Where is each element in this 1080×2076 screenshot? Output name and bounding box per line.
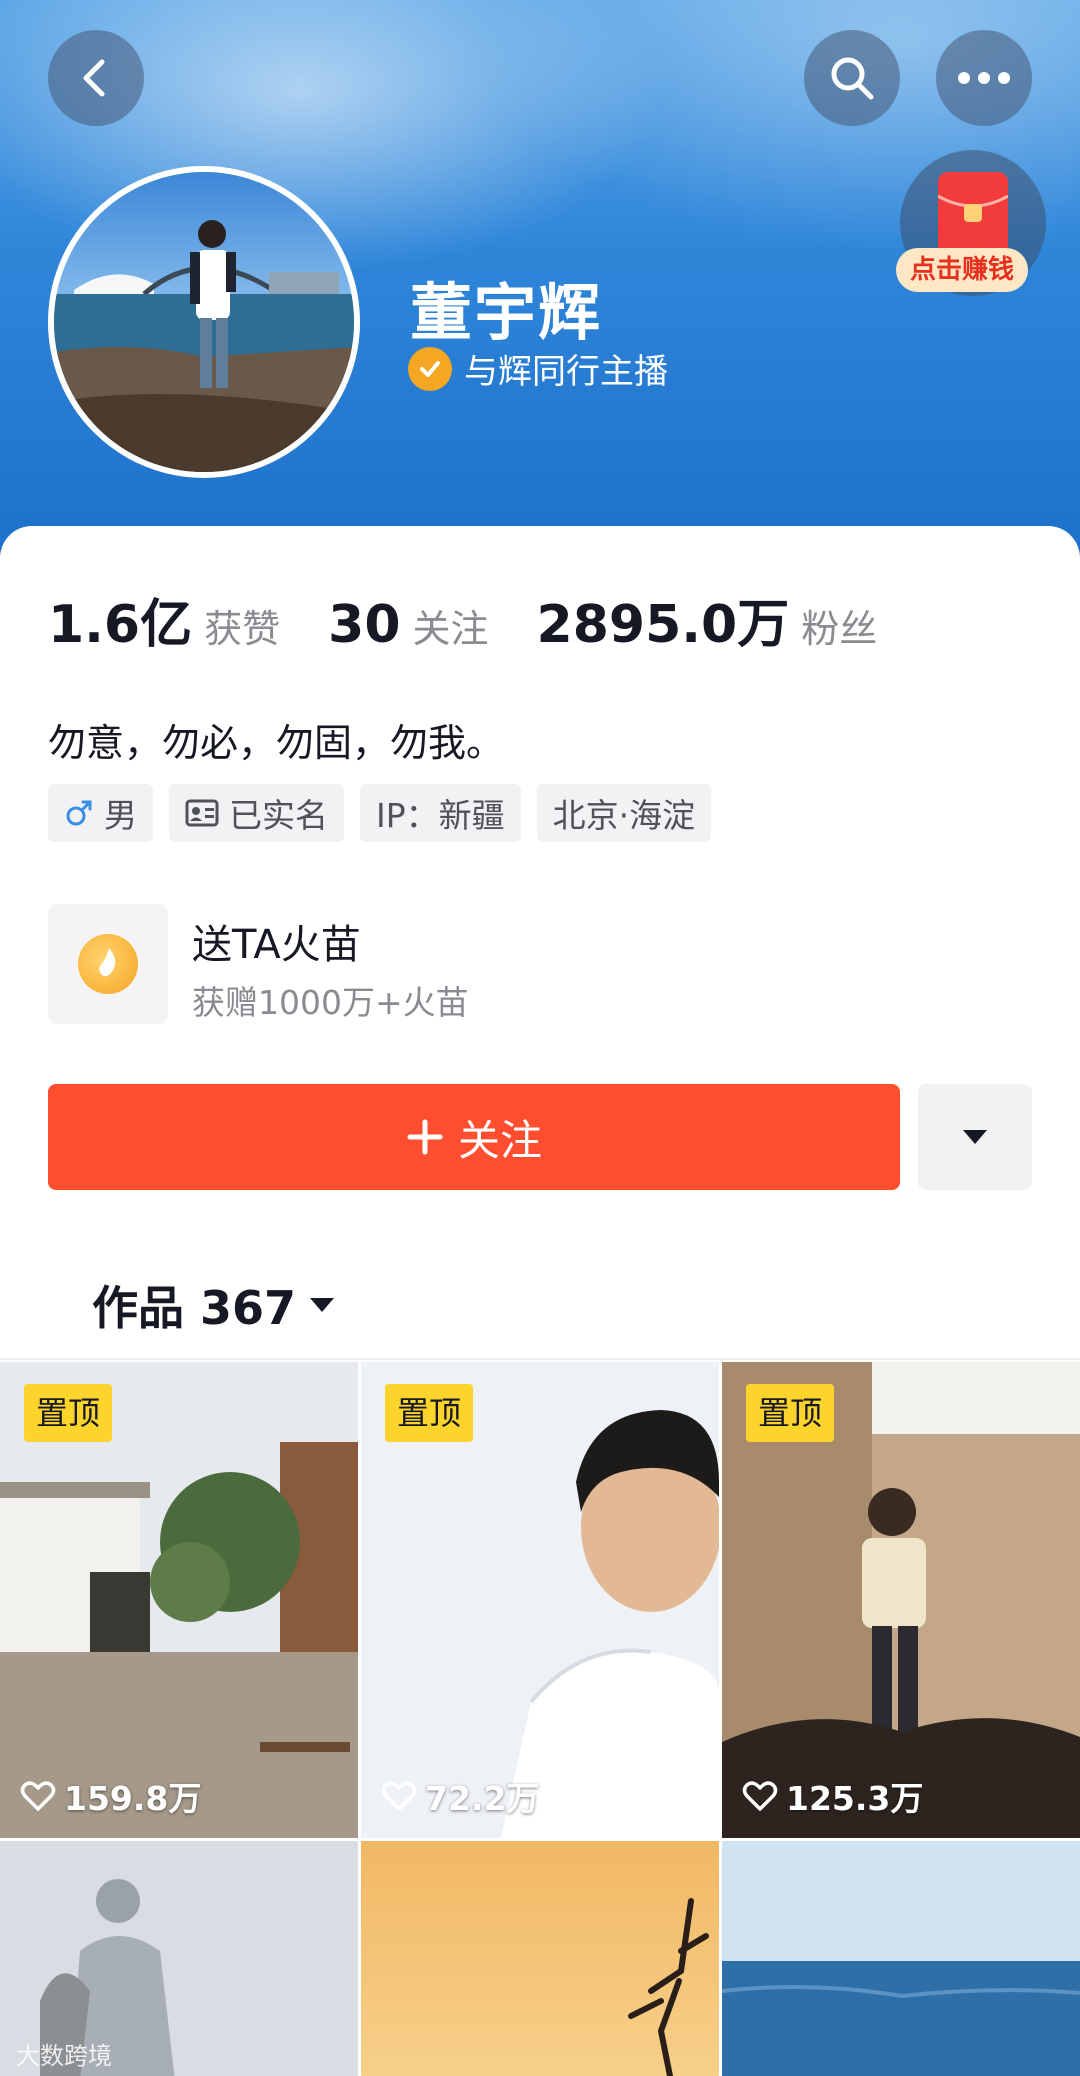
follow-button[interactable]: 关注 <box>48 1084 900 1190</box>
pinned-badge: 置顶 <box>746 1384 835 1442</box>
stats-row: 1.6亿 获赞 30 关注 2895.0万 粉丝 <box>48 582 877 657</box>
heart-icon <box>381 1781 417 1811</box>
video-cover-image <box>722 1841 1080 2076</box>
verification-text: 与辉同行主播 <box>464 352 668 392</box>
verified-name-tag-text: 已实名 <box>229 796 328 835</box>
verified-name-tag: 已实名 <box>169 784 344 842</box>
video-thumbnail[interactable]: 置顶 125.3万 <box>722 1362 1080 1838</box>
back-arrow-icon <box>83 59 105 97</box>
gender-tag-text: 男 <box>104 796 137 835</box>
male-icon <box>66 800 92 826</box>
ip-location-tag-text: IP：新疆 <box>376 796 505 835</box>
following-label[interactable]: 关注 <box>413 598 489 653</box>
video-likes-count: 159.8万 <box>64 1779 202 1818</box>
earn-money-redpacket[interactable]: 点击赚钱 <box>896 150 1046 296</box>
video-thumbnail[interactable]: 置顶 72.2万 <box>361 1362 719 1838</box>
video-likes: 159.8万 <box>20 1772 201 1820</box>
caret-down-icon <box>963 1130 987 1144</box>
city-tag-text: 北京·海淀 <box>552 796 696 835</box>
back-button[interactable] <box>48 30 144 126</box>
profile-name: 董宇辉 <box>410 276 603 349</box>
more-options-button[interactable] <box>936 30 1032 126</box>
gift-flame-button[interactable] <box>48 904 168 1024</box>
avatar-photo <box>54 220 354 472</box>
video-thumbnail[interactable] <box>722 1841 1080 2076</box>
video-likes: 125.3万 <box>742 1772 923 1820</box>
verification-row: 与辉同行主播 <box>408 344 668 393</box>
profile-tags: 男 已实名 IP：新疆 北京·海淀 <box>48 784 712 842</box>
gift-title[interactable]: 送TA火苗 <box>192 912 361 970</box>
heart-icon <box>20 1781 56 1811</box>
followers-count[interactable]: 2895.0万 <box>537 582 790 657</box>
tab-divider <box>0 1358 1080 1360</box>
pinned-badge: 置顶 <box>385 1384 474 1442</box>
works-tab-label: 作品 367 <box>92 1281 297 1335</box>
redpacket-label: 点击赚钱 <box>896 248 1028 292</box>
plus-icon <box>407 1119 443 1155</box>
gift-subtitle: 获赠1000万+火苗 <box>192 983 469 1022</box>
likes-count: 1.6亿 <box>48 595 193 655</box>
verified-check-icon <box>408 346 452 391</box>
likes-label: 获赞 <box>204 607 281 651</box>
search-icon <box>831 57 874 100</box>
ip-location-tag: IP：新疆 <box>360 784 521 842</box>
video-likes-count: 125.3万 <box>786 1779 924 1818</box>
avatar[interactable] <box>48 166 360 478</box>
flame-coin-icon <box>78 934 138 994</box>
watermark-text: 大数跨境 <box>16 2042 112 2070</box>
video-likes: 72.2万 <box>381 1772 539 1820</box>
heart-icon <box>742 1781 778 1811</box>
video-likes-count: 72.2万 <box>425 1779 540 1818</box>
profile-bio: 勿意，勿必，勿固，勿我。 <box>48 721 505 765</box>
following-count[interactable]: 30 <box>328 595 400 655</box>
tab-works[interactable]: 作品 367 <box>92 1272 336 1338</box>
video-thumbnail[interactable] <box>361 1841 719 2076</box>
video-cover-image <box>361 1841 719 2076</box>
search-button[interactable] <box>804 30 900 126</box>
video-thumbnail[interactable]: 置顶 159.8万 <box>0 1362 358 1838</box>
follow-button-label: 关注 <box>457 1115 542 1165</box>
city-tag: 北京·海淀 <box>536 784 712 842</box>
recommend-dropdown-button[interactable] <box>918 1084 1032 1190</box>
red-envelope-icon <box>937 172 1009 256</box>
followers-label[interactable]: 粉丝 <box>801 598 877 653</box>
caret-down-icon <box>310 1298 335 1312</box>
pinned-badge: 置顶 <box>24 1384 113 1442</box>
gender-tag: 男 <box>48 784 153 842</box>
more-dots-icon <box>958 72 1010 84</box>
id-card-icon <box>185 799 219 827</box>
